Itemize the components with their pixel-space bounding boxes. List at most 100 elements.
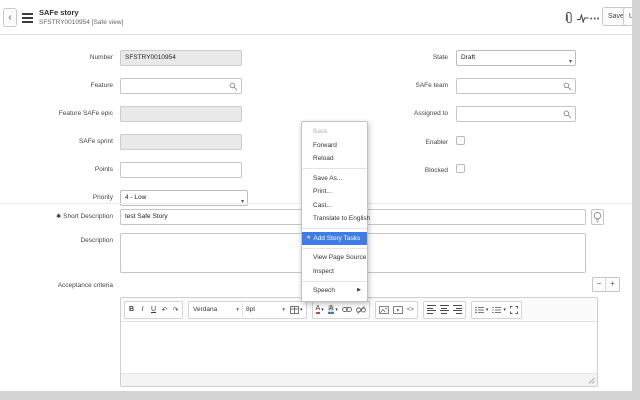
blocked-checkbox[interactable] [456,164,465,173]
label-short-description: ✱Short Description [0,213,113,220]
label-priority: Priority [0,194,113,201]
fullscreen-button[interactable] [508,303,520,317]
resize-grip-icon[interactable] [588,377,595,384]
align-right-icon [453,305,462,314]
unlink-icon [356,306,366,314]
form-header: ‹ SAFe story SFSTRY0010954 [Safe view] •… [0,0,632,35]
suggestion-bulb-button[interactable] [591,209,604,225]
desktop-background [0,391,640,400]
bold-button[interactable]: B [126,303,137,317]
fullscreen-icon [510,306,518,314]
update-button[interactable]: Update [623,7,632,26]
font-family-select[interactable]: Verdana▾ [190,303,242,317]
source-code-button[interactable]: <> [405,303,416,317]
menu-item-translate[interactable]: Translate to English [302,212,367,226]
menu-item-add-story-tasks[interactable]: ★ Add Story Tasks [302,232,367,246]
label-points: Points [0,166,113,173]
label-feature: Feature [0,82,113,89]
shrink-editor-button[interactable]: − [593,278,606,291]
label-assigned-to: Assigned to [328,110,448,117]
chevron-down-icon: ▾ [282,307,285,313]
font-size-select[interactable]: 8pt▾ [242,303,288,317]
safe-sprint-field [120,134,242,150]
bullet-list-button[interactable]: ▾ [473,303,491,317]
align-left-icon [427,305,436,314]
align-center-icon [440,305,449,314]
menu-separator [302,281,367,282]
extension-icon: ★ [306,232,311,246]
label-number: Number [0,54,113,61]
underline-button[interactable]: U [148,303,159,317]
label-safe-team: SAFe team [328,82,448,89]
link-icon [342,306,352,313]
align-center-button[interactable] [438,303,451,317]
bullet-list-icon [475,306,484,314]
unlink-button[interactable] [354,303,368,317]
editor-content-area[interactable] [121,322,597,373]
italic-button[interactable]: I [137,303,148,317]
undo-button[interactable]: ↶ [159,303,170,317]
menu-separator [302,168,367,169]
label-acceptance-criteria: Acceptance criteria [0,282,113,289]
menu-item-print[interactable]: Print... [302,185,367,199]
insert-image-button[interactable] [377,303,391,317]
app-window: ‹ SAFe story SFSTRY0010954 [Safe view] •… [0,0,632,391]
activity-stream-icon[interactable] [577,14,589,23]
menu-item-save-as[interactable]: Save As... [302,172,367,186]
table-icon [290,306,299,314]
numbered-list-button[interactable]: ▾ [490,303,508,317]
number-field: SFSTRY0010954 [120,50,242,66]
menu-item-back: Back [302,125,367,139]
menu-item-inspect[interactable]: Inspect [302,265,367,279]
chevron-down-icon: ▾ [569,55,572,69]
link-button[interactable] [340,303,354,317]
back-button[interactable]: ‹ [3,8,17,27]
search-icon[interactable] [563,82,572,91]
feature-safe-epic-field [120,106,242,122]
text-color-button[interactable]: A ▾ [314,303,326,317]
menu-separator [302,228,367,229]
align-left-button[interactable] [425,303,438,317]
desktop-background [632,0,640,400]
menu-item-reload[interactable]: Reload [302,152,367,166]
points-field[interactable] [120,162,242,178]
label-feature-safe-epic: Feature SAFe epic [0,110,113,117]
acceptance-criteria-editor[interactable]: B I U ↶ ↷ Verdana▾ 8pt▾ ▾ [120,297,598,387]
editor-resize-buttons: − + [592,277,620,292]
menu-separator [302,248,367,249]
search-icon[interactable] [229,82,238,91]
submenu-arrow-icon: ▶ [357,284,361,298]
menu-item-cast[interactable]: Cast... [302,199,367,213]
assigned-to-field[interactable] [456,106,576,122]
required-asterisk-icon: ✱ [56,214,61,220]
state-select[interactable]: Draft ▾ [456,50,576,66]
insert-media-button[interactable] [391,303,405,317]
lightbulb-icon [592,211,603,225]
chevron-down-icon: ▾ [236,307,239,313]
label-description: Description [0,237,113,244]
editor-statusbar [121,373,597,386]
more-options-icon[interactable]: ••• [590,16,600,23]
highlight-color-button[interactable]: A ▾ [326,303,340,317]
grow-editor-button[interactable]: + [606,278,619,291]
align-right-button[interactable] [451,303,464,317]
feature-field[interactable] [120,78,242,94]
menu-item-forward[interactable]: Forward [302,139,367,153]
richtext-toolbar: B I U ↶ ↷ Verdana▾ 8pt▾ ▾ [121,298,597,322]
image-icon [379,306,389,314]
table-button[interactable]: ▾ [288,303,305,317]
label-state: State [328,54,448,61]
chevron-down-icon: ▾ [241,195,244,209]
media-icon [393,306,403,314]
numbered-list-icon [492,306,501,314]
page-title: SAFe story [39,8,123,17]
redo-button[interactable]: ↷ [170,303,181,317]
context-menu-icon[interactable] [22,13,33,25]
attachment-icon[interactable] [564,12,573,25]
safe-team-field[interactable] [456,78,576,94]
search-icon[interactable] [563,110,572,119]
menu-item-view-page-source[interactable]: View Page Source [302,251,367,265]
browser-context-menu: Back Forward Reload Save As... Print... … [301,121,368,302]
menu-item-speech[interactable]: Speech ▶ [302,284,367,298]
enabler-checkbox[interactable] [456,136,465,145]
